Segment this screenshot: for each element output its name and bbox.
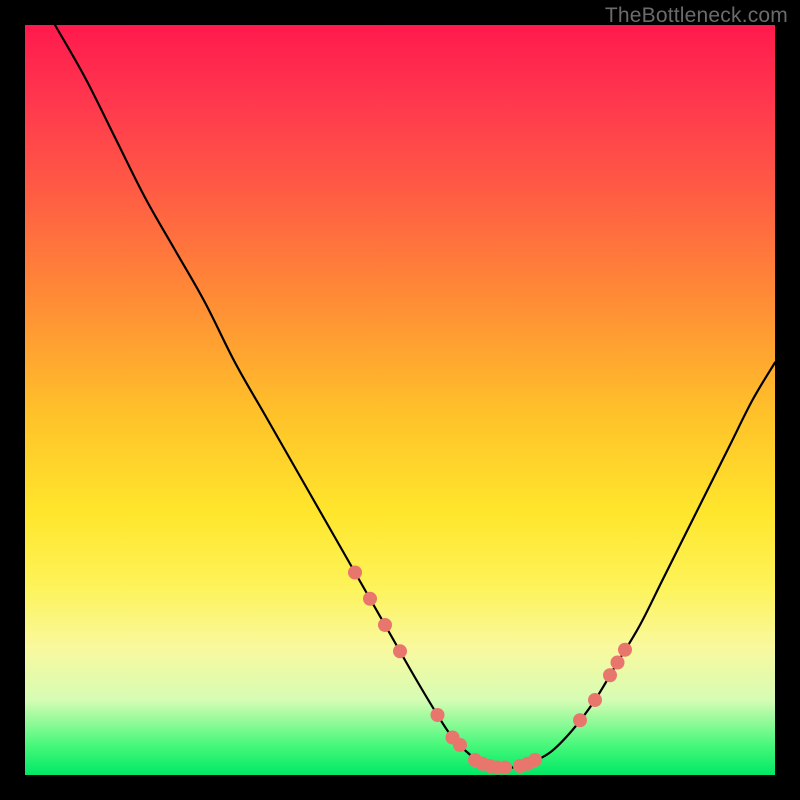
highlight-dot [603, 668, 617, 682]
highlight-dot [528, 753, 542, 767]
highlight-dot [618, 643, 632, 657]
highlight-dot [393, 644, 407, 658]
highlight-dot [431, 708, 445, 722]
highlight-dot [611, 656, 625, 670]
highlight-dot [588, 693, 602, 707]
highlight-dot [363, 592, 377, 606]
bottleneck-curve [55, 25, 775, 768]
watermark-text: TheBottleneck.com [605, 4, 788, 28]
curve-svg [25, 25, 775, 775]
highlight-dot [453, 738, 467, 752]
highlight-dot [378, 618, 392, 632]
highlight-dot [573, 713, 587, 727]
highlight-dots-group [348, 566, 632, 775]
highlight-dot [498, 761, 512, 775]
outer-frame: TheBottleneck.com [0, 0, 800, 800]
highlight-dot [348, 566, 362, 580]
